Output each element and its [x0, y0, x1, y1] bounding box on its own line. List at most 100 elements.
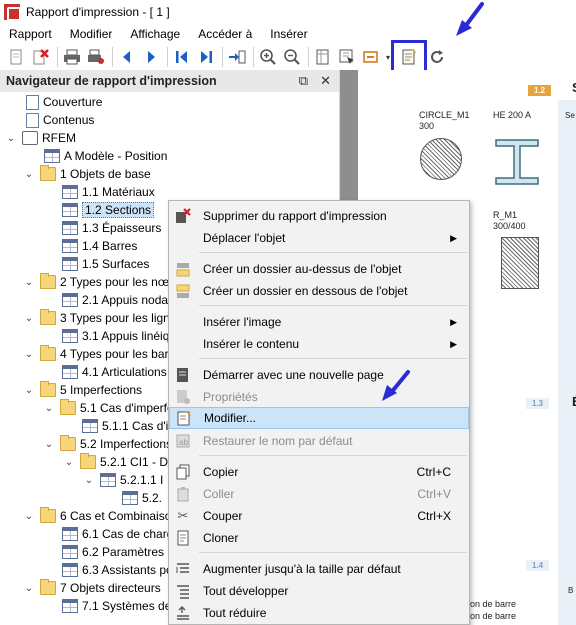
tree-item-modele-position[interactable]: A Modèle - Position — [44, 147, 167, 165]
print-settings-icon[interactable] — [85, 46, 107, 68]
new-report-icon[interactable] — [6, 46, 28, 68]
tree-item-sections[interactable]: 1.2 Sections — [62, 201, 155, 219]
toolbar-separator — [222, 47, 223, 67]
zoom-in-icon[interactable] — [257, 46, 279, 68]
chevron-down-icon[interactable]: ⌄ — [22, 511, 36, 522]
copy-icon — [175, 464, 191, 480]
folder-icon — [40, 309, 56, 325]
menu-inserer[interactable]: Insérer — [261, 27, 316, 41]
tree-item-materiaux[interactable]: 1.1 Matériaux — [62, 183, 155, 201]
table-icon — [62, 257, 78, 271]
tree-item-couverture[interactable]: Couverture — [26, 93, 102, 111]
chevron-down-icon[interactable]: ⌄ — [42, 403, 56, 414]
menu-item-paste[interactable]: Coller Ctrl+V — [169, 483, 469, 505]
preview-text-line: on de barre — [470, 611, 517, 621]
section-badge: 1.3 — [526, 398, 550, 409]
cut-icon: ✂ — [177, 508, 189, 523]
tree-item-objets-directeurs[interactable]: ⌄ 7 Objets directeurs — [22, 579, 161, 597]
chevron-down-icon[interactable]: ⌄ — [22, 313, 36, 324]
menu-acceder[interactable]: Accéder à — [189, 27, 261, 41]
tree-item-cas-charge[interactable]: 6.1 Cas de charge — [62, 525, 180, 543]
folder-icon — [60, 399, 76, 415]
menu-item-insert-content[interactable]: Insérer le contenu ▶ — [169, 333, 469, 355]
go-to-page-icon[interactable] — [226, 46, 248, 68]
chevron-down-icon[interactable]: ⌄ — [22, 385, 36, 396]
print-icon[interactable] — [61, 46, 83, 68]
last-page-icon[interactable] — [195, 46, 217, 68]
tree-item-types-noeuds[interactable]: ⌄ 2 Types pour les nœuds — [22, 273, 189, 291]
chevron-down-icon[interactable]: ⌄ — [22, 349, 36, 360]
chevron-down-icon[interactable]: ⌄ — [62, 457, 76, 468]
tree-item-cas-combinaisons[interactable]: ⌄ 6 Cas et Combinaisons — [22, 507, 184, 525]
tree-item-imperfections-sub[interactable]: ⌄ 5.2 Imperfections — [42, 435, 172, 453]
chevron-down-icon[interactable]: ⌄ — [42, 439, 56, 450]
tree-item-objets-de-base[interactable]: ⌄ 1 Objets de base — [22, 165, 151, 183]
export-icon[interactable] — [360, 46, 382, 68]
next-page-icon[interactable] — [140, 46, 162, 68]
tree-item-ci1-table[interactable]: ⌄ 5.2.1.1 I — [82, 471, 163, 489]
section-badge: 1.4 — [526, 560, 550, 571]
table-icon — [62, 293, 78, 307]
page-layout-icon[interactable] — [312, 46, 334, 68]
table-icon — [122, 491, 138, 505]
tree-item-types-lignes[interactable]: ⌄ 3 Types pour les lignes — [22, 309, 183, 327]
menu-item-copy[interactable]: Copier Ctrl+C — [169, 461, 469, 483]
menu-item-expand-default-size[interactable]: Augmenter jusqu'à la taille par défaut — [169, 558, 469, 580]
refresh-icon[interactable] — [426, 46, 448, 68]
tree-item-types-barres[interactable]: ⌄ 4 Types pour les barres — [22, 345, 185, 363]
table-icon — [62, 221, 78, 235]
toolbar-separator — [253, 47, 254, 67]
menu-item-edit[interactable]: Modifier... — [169, 407, 469, 429]
chevron-down-icon[interactable]: ⌄ — [82, 475, 96, 486]
chevron-down-icon[interactable]: ⌄ — [22, 277, 36, 288]
table-icon — [62, 329, 78, 343]
menu-item-create-folder-below[interactable]: Créer un dossier en dessous de l'objet — [169, 280, 469, 302]
previous-page-icon[interactable] — [116, 46, 138, 68]
section-badge: 1.2 — [528, 85, 552, 96]
zoom-out-icon[interactable] — [281, 46, 303, 68]
table-icon — [62, 203, 78, 217]
menu-affichage[interactable]: Affichage — [121, 27, 189, 41]
tree-item-barres[interactable]: 1.4 Barres — [62, 237, 137, 255]
first-page-icon[interactable] — [171, 46, 193, 68]
tree-item-contenus[interactable]: Contenus — [26, 111, 94, 129]
menu-item-expand-all[interactable]: Tout développer — [169, 580, 469, 602]
section-label: 300 — [419, 121, 435, 131]
tree-item-surfaces[interactable]: 1.5 Surfaces — [62, 255, 149, 273]
tree-item-assistants[interactable]: 6.3 Assistants pour — [62, 561, 183, 579]
tree-item-imperfections[interactable]: ⌄ 5 Imperfections — [22, 381, 142, 399]
expand-all-icon — [175, 583, 191, 599]
tree-item-ci1-sub[interactable]: 5.2. — [122, 489, 162, 507]
chevron-down-icon[interactable]: ⌄ — [4, 133, 18, 144]
menu-item-new-page[interactable]: Démarrer avec une nouvelle page — [169, 364, 469, 386]
menu-item-properties[interactable]: Propriétés — [169, 386, 469, 408]
menu-item-cut[interactable]: ✂ Couper Ctrl+X — [169, 505, 469, 527]
menu-item-collapse-all[interactable]: Tout réduire — [169, 602, 469, 624]
folder-icon — [40, 507, 56, 523]
delete-report-icon[interactable] — [30, 46, 52, 68]
menu-item-create-folder-above[interactable]: Créer un dossier au-dessus de l'objet — [169, 258, 469, 280]
chevron-down-icon[interactable]: ⌄ — [22, 583, 36, 594]
tree-item-rfem[interactable]: ⌄ RFEM — [4, 129, 76, 147]
menu-item-delete-from-report[interactable]: Supprimer du rapport d'impression — [169, 205, 469, 227]
tree-item-ci1[interactable]: ⌄ 5.2.1 CI1 - D — [62, 453, 168, 471]
select-icon[interactable] — [336, 46, 358, 68]
toolbar-separator — [308, 47, 309, 67]
menu-item-restore-default-name[interactable]: ab Restaurer le nom par défaut — [169, 430, 469, 452]
menu-item-move-object[interactable]: Déplacer l'objet ▶ — [169, 227, 469, 249]
chevron-down-icon[interactable]: ⌄ — [22, 169, 36, 180]
menu-item-insert-image[interactable]: Insérer l'image ▶ — [169, 311, 469, 333]
folder-icon — [40, 345, 56, 361]
context-menu: Supprimer du rapport d'impression Déplac… — [168, 200, 470, 625]
edit-properties-icon[interactable] — [391, 40, 427, 74]
tree-item-appuis-nodaux[interactable]: 2.1 Appuis nodaux — [62, 291, 181, 309]
menu-bar: Rapport Modifier Affichage Accéder à Ins… — [0, 24, 576, 44]
chevron-down-icon[interactable]: ▾ — [384, 46, 392, 68]
float-panel-icon[interactable]: ⧉ — [299, 73, 308, 89]
tree-item-systemes[interactable]: 7.1 Systèmes de — [62, 597, 171, 615]
menu-modifier[interactable]: Modifier — [61, 27, 122, 41]
tree-item-epaisseurs[interactable]: 1.3 Épaisseurs — [62, 219, 161, 237]
menu-rapport[interactable]: Rapport — [0, 27, 61, 41]
menu-item-clone[interactable]: Cloner — [169, 527, 469, 549]
close-icon[interactable]: ✕ — [320, 73, 331, 89]
